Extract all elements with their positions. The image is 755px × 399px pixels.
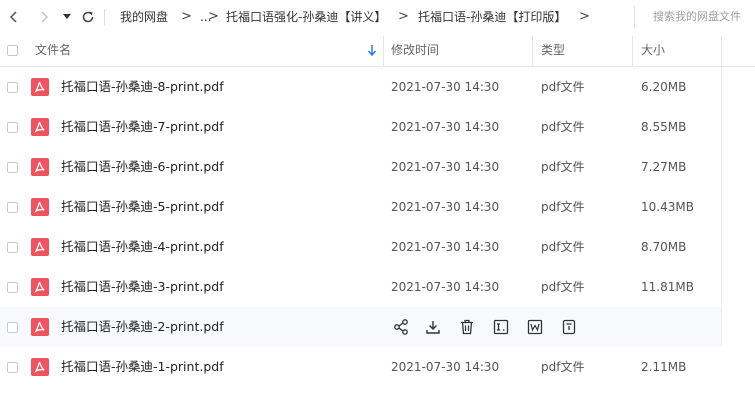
refresh-button[interactable] xyxy=(79,0,97,34)
navigation-bar: 我的网盘 > ... > 托福口语强化-孙桑迪【讲义】 > 托福口语-孙桑迪【打… xyxy=(0,0,755,34)
breadcrumb-separator: > xyxy=(398,9,409,24)
row-checkbox[interactable] xyxy=(7,122,18,133)
file-modified-time: 2021-07-30 14:30 xyxy=(391,360,500,374)
row-checkbox[interactable] xyxy=(7,162,18,173)
search-input[interactable] xyxy=(634,6,755,28)
delete-icon[interactable] xyxy=(458,318,476,336)
row-checkbox[interactable] xyxy=(7,202,18,213)
row-checkbox[interactable] xyxy=(7,242,18,253)
file-size: 2.11MB xyxy=(641,360,687,374)
pdf-file-icon xyxy=(31,358,49,376)
row-checkbox[interactable] xyxy=(7,322,18,333)
file-size: 7.27MB xyxy=(641,160,687,174)
file-modified-time: 2021-07-30 14:30 xyxy=(391,160,500,174)
file-type: pdf文件 xyxy=(541,160,585,174)
file-name[interactable]: 托福口语-孙桑迪-4-print.pdf xyxy=(61,227,224,267)
file-type: pdf文件 xyxy=(541,240,585,254)
pdf-file-icon xyxy=(31,238,49,256)
file-type: pdf文件 xyxy=(541,360,585,374)
breadcrumb-separator: > xyxy=(181,9,192,24)
refresh-icon xyxy=(82,11,94,23)
file-name[interactable]: 托福口语-孙桑迪-6-print.pdf xyxy=(61,147,224,187)
file-row[interactable]: 托福口语-孙桑迪-3-print.pdf 2021-07-30 14:30 pd… xyxy=(0,267,755,307)
column-divider[interactable] xyxy=(632,36,633,66)
row-checkbox[interactable] xyxy=(7,82,18,93)
breadcrumb-root[interactable]: 我的网盘 xyxy=(120,0,168,34)
file-size: 10.43MB xyxy=(641,200,694,214)
column-header-size[interactable]: 大小 xyxy=(641,34,665,66)
file-name[interactable]: 托福口语-孙桑迪-7-print.pdf xyxy=(61,107,224,147)
select-all-checkbox[interactable] xyxy=(7,45,18,56)
file-type: pdf文件 xyxy=(541,280,585,294)
file-size: 8.55MB xyxy=(641,120,687,134)
file-row[interactable]: 托福口语-孙桑迪-5-print.pdf 2021-07-30 14:30 pd… xyxy=(0,187,755,227)
pdf-file-icon xyxy=(31,198,49,216)
column-divider[interactable] xyxy=(532,36,533,66)
file-name[interactable]: 托福口语-孙桑迪-1-print.pdf xyxy=(61,347,224,387)
file-row[interactable]: 托福口语-孙桑迪-6-print.pdf 2021-07-30 14:30 pd… xyxy=(0,147,755,187)
pdf-file-icon xyxy=(31,278,49,296)
pdf-file-icon xyxy=(31,158,49,176)
file-modified-time: 2021-07-30 14:30 xyxy=(391,80,500,94)
file-row[interactable]: 托福口语-孙桑迪-8-print.pdf 2021-07-30 14:30 pd… xyxy=(0,67,755,107)
file-row[interactable]: 托福口语-孙桑迪-1-print.pdf 2021-07-30 14:30 pd… xyxy=(0,347,755,387)
column-divider[interactable] xyxy=(383,36,384,66)
back-button[interactable] xyxy=(4,0,24,34)
nav-divider xyxy=(104,9,105,25)
file-type: pdf文件 xyxy=(541,200,585,214)
file-row[interactable]: 托福口语-孙桑迪-4-print.pdf 2021-07-30 14:30 pd… xyxy=(0,227,755,267)
more-icon[interactable] xyxy=(560,318,578,336)
file-name[interactable]: 托福口语-孙桑迪-8-print.pdf xyxy=(61,67,224,107)
file-type: pdf文件 xyxy=(541,120,585,134)
caret-down-icon xyxy=(63,14,71,19)
row-checkbox[interactable] xyxy=(7,282,18,293)
column-divider[interactable] xyxy=(721,36,722,66)
file-list-header: 文件名 修改时间 类型 大小 xyxy=(0,34,755,67)
pdf-file-icon xyxy=(31,118,49,136)
column-header-name[interactable]: 文件名 xyxy=(35,34,71,66)
breadcrumb-separator: > xyxy=(208,9,219,24)
file-name[interactable]: 托福口语-孙桑迪-3-print.pdf xyxy=(61,267,224,307)
share-icon[interactable] xyxy=(392,318,410,336)
pdf-file-icon xyxy=(31,78,49,96)
row-checkbox[interactable] xyxy=(7,362,18,373)
file-size: 11.81MB xyxy=(641,280,694,294)
sort-arrow-icon[interactable] xyxy=(368,45,376,56)
file-modified-time: 2021-07-30 14:30 xyxy=(391,280,500,294)
breadcrumb-folder-lecture[interactable]: 托福口语强化-孙桑迪【讲义】 xyxy=(226,0,386,34)
file-modified-time: 2021-07-30 14:30 xyxy=(391,200,500,214)
forward-button[interactable] xyxy=(34,0,54,34)
file-name[interactable]: 托福口语-孙桑迪-2-print.pdf xyxy=(61,307,224,347)
file-row-hovered[interactable]: 托福口语-孙桑迪-2-print.pdf xyxy=(0,307,721,347)
download-icon[interactable] xyxy=(424,318,442,336)
file-row[interactable]: 托福口语-孙桑迪-7-print.pdf 2021-07-30 14:30 pd… xyxy=(0,107,755,147)
file-modified-time: 2021-07-30 14:30 xyxy=(391,120,500,134)
file-type: pdf文件 xyxy=(541,80,585,94)
text-extract-icon[interactable] xyxy=(492,318,510,336)
column-header-modified[interactable]: 修改时间 xyxy=(391,34,439,66)
breadcrumb-current-folder[interactable]: 托福口语-孙桑迪【打印版】 xyxy=(418,0,566,34)
file-size: 8.70MB xyxy=(641,240,687,254)
column-header-type[interactable]: 类型 xyxy=(541,34,565,66)
file-name[interactable]: 托福口语-孙桑迪-5-print.pdf xyxy=(61,187,224,227)
pdf-file-icon xyxy=(31,318,49,336)
breadcrumb-separator: > xyxy=(579,9,590,24)
file-modified-time: 2021-07-30 14:30 xyxy=(391,240,500,254)
word-convert-icon[interactable] xyxy=(526,318,544,336)
history-dropdown-button[interactable] xyxy=(60,0,74,34)
chevron-left-icon xyxy=(9,11,17,23)
chevron-right-icon xyxy=(41,11,49,23)
file-size: 6.20MB xyxy=(641,80,687,94)
